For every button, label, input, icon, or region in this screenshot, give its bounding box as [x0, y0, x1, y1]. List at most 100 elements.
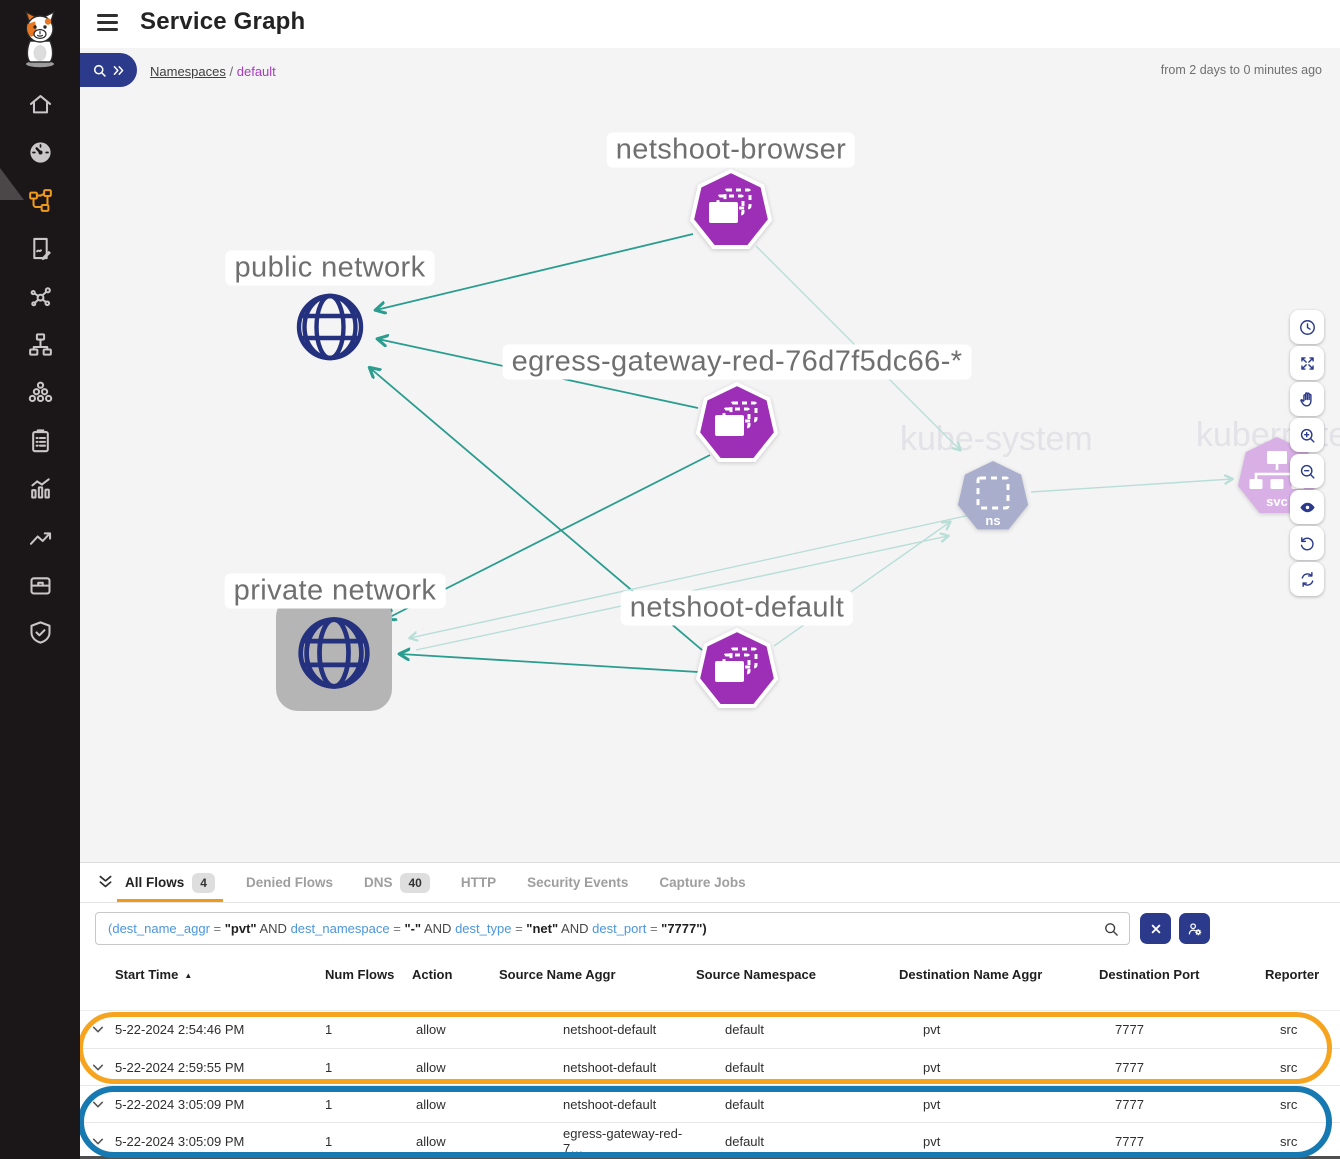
- cell-num-flows: 1: [325, 1060, 412, 1075]
- expand-row-icon[interactable]: [80, 1025, 115, 1034]
- column-header-source-namespace[interactable]: Source Namespace: [696, 967, 899, 1010]
- column-header-start-time[interactable]: Start Time▲: [115, 967, 325, 1010]
- flows-table-body: 5-22-2024 2:54:46 PM1allownetshoot-defau…: [80, 1011, 1340, 1159]
- node-public-network[interactable]: [290, 287, 370, 367]
- breadcrumb-namespaces-link[interactable]: Namespaces: [150, 64, 226, 79]
- dashboard-icon: [27, 139, 54, 166]
- node-netshoot-default[interactable]: [694, 627, 780, 713]
- fit-screen-button[interactable]: [1290, 346, 1324, 380]
- sidebar-item-analytics[interactable]: [0, 464, 80, 512]
- tab-security-events[interactable]: Security Events: [527, 863, 628, 902]
- manage-icon: [27, 571, 54, 598]
- edge-netshoot-default-to-private-network[interactable]: [400, 654, 698, 672]
- time-button[interactable]: [1290, 310, 1324, 344]
- sidebar-item-home[interactable]: [0, 80, 80, 128]
- filter-query: (dest_name_aggr = "pvt" AND dest_namespa…: [108, 921, 707, 936]
- pan-button[interactable]: [1290, 382, 1324, 416]
- node-label-private-network[interactable]: private network: [225, 574, 446, 609]
- expand-row-icon[interactable]: [80, 1063, 115, 1072]
- tab-capture-jobs[interactable]: Capture Jobs: [659, 863, 745, 902]
- cell-action: allow: [412, 1134, 499, 1149]
- service-graph-canvas[interactable]: kube-systemkubernetes netshoot-browserpu…: [80, 48, 1340, 862]
- network-icon: [27, 331, 54, 358]
- sidebar-item-network[interactable]: [0, 320, 80, 368]
- filter-token: =: [393, 921, 401, 936]
- search-pill[interactable]: [80, 53, 137, 87]
- sidebar-item-security[interactable]: [0, 608, 80, 656]
- sidebar-item-service-graph[interactable]: [0, 176, 80, 224]
- close-icon: [1147, 920, 1165, 938]
- sidebar-item-dashboard[interactable]: [0, 128, 80, 176]
- node-kube-system-ns[interactable]: ns: [955, 459, 1031, 535]
- column-header-action[interactable]: Action: [412, 967, 499, 1010]
- sidebar-item-compliance[interactable]: [0, 416, 80, 464]
- column-header-num-flows[interactable]: Num Flows: [325, 967, 412, 1010]
- tab-label: All Flows: [125, 875, 184, 890]
- user-settings-button[interactable]: [1179, 913, 1210, 944]
- node-label-egress-gateway[interactable]: egress-gateway-red-76d7f5dc66-*: [503, 345, 972, 380]
- filter-input[interactable]: (dest_name_aggr = "pvt" AND dest_namespa…: [95, 912, 1130, 945]
- cell-source-namespace: default: [696, 1134, 899, 1149]
- column-header-destination-port[interactable]: Destination Port: [1099, 967, 1265, 1010]
- security-icon: [27, 619, 54, 646]
- policies-icon: [27, 235, 54, 262]
- flow-row-1[interactable]: 5-22-2024 2:54:46 PM1allownetshoot-defau…: [80, 1011, 1340, 1048]
- cell-destination-name-aggr: pvt: [899, 1134, 1099, 1149]
- cell-destination-name-aggr: pvt: [899, 1022, 1099, 1037]
- calico-cat-logo[interactable]: [18, 10, 62, 68]
- graph-toolbar: [1290, 310, 1324, 598]
- sidebar-item-policies[interactable]: [0, 224, 80, 272]
- zoom-out-button[interactable]: [1290, 454, 1324, 488]
- cell-destination-port: 7777: [1099, 1022, 1265, 1037]
- collapse-panel-icon[interactable]: [96, 873, 115, 897]
- column-header-reporter[interactable]: Reporter: [1265, 967, 1340, 1010]
- home-icon: [27, 91, 54, 118]
- svg-text:svc: svc: [1266, 494, 1288, 509]
- edge-kube-system-ns-to-kubernetes-svc[interactable]: [1031, 479, 1232, 492]
- visibility-button[interactable]: [1290, 490, 1324, 524]
- breadcrumb-current: default: [237, 64, 276, 79]
- filter-search-icon[interactable]: [1102, 920, 1120, 943]
- flow-row-3[interactable]: 5-22-2024 3:05:09 PM1allownetshoot-defau…: [80, 1085, 1340, 1122]
- node-private-network[interactable]: [276, 595, 392, 711]
- filter-token: dest_namespace: [291, 921, 390, 936]
- node-label-netshoot-default[interactable]: netshoot-default: [621, 591, 853, 626]
- node-label-netshoot-browser[interactable]: netshoot-browser: [607, 133, 855, 168]
- flows-panel: All Flows 4 Denied Flows DNS40 HTTP Security …: [80, 862, 1340, 1159]
- column-header-source-name-aggr[interactable]: Source Name Aggr: [499, 967, 696, 1010]
- sidebar-item-trends[interactable]: [0, 512, 80, 560]
- tab-dns[interactable]: DNS40: [364, 863, 430, 902]
- tab-count-badge: 4: [192, 873, 215, 893]
- cell-action: allow: [412, 1097, 499, 1112]
- flow-row-4[interactable]: 5-22-2024 3:05:09 PM1allowegress-gateway…: [80, 1122, 1340, 1159]
- zoom-in-button[interactable]: [1290, 418, 1324, 452]
- expand-row-icon[interactable]: [80, 1100, 115, 1109]
- cell-start-time: 5-22-2024 3:05:09 PM: [115, 1097, 325, 1112]
- node-netshoot-browser[interactable]: [688, 168, 774, 254]
- column-header-destination-name-aggr[interactable]: Destination Name Aggr: [899, 967, 1099, 1010]
- flow-row-2[interactable]: 5-22-2024 2:59:55 PM1allownetshoot-defau…: [80, 1048, 1340, 1085]
- expand-row-icon[interactable]: [80, 1137, 115, 1146]
- menu-icon[interactable]: [97, 14, 118, 33]
- tab-label: Security Events: [527, 875, 628, 890]
- cell-start-time: 5-22-2024 2:59:55 PM: [115, 1060, 325, 1075]
- tab-label: Capture Jobs: [659, 875, 745, 890]
- undo-button[interactable]: [1290, 526, 1324, 560]
- filter-token: dest_name_aggr: [112, 921, 210, 936]
- sidebar-item-endpoints[interactable]: [0, 272, 80, 320]
- node-label-public-network[interactable]: public network: [226, 251, 435, 286]
- filter-token: "-": [404, 921, 421, 936]
- fit-screen-icon: [1298, 354, 1317, 373]
- tab-denied-flows[interactable]: Denied Flows: [246, 863, 333, 902]
- refresh-button[interactable]: [1290, 562, 1324, 596]
- tab-http[interactable]: HTTP: [461, 863, 496, 902]
- cell-reporter: src: [1265, 1060, 1340, 1075]
- clear-filter-button[interactable]: [1140, 913, 1171, 944]
- search-icon: [91, 62, 108, 79]
- tab-all-flows[interactable]: All Flows 4: [125, 863, 215, 902]
- node-egress-gateway[interactable]: [694, 381, 780, 467]
- page-title: Service Graph: [140, 8, 305, 36]
- cell-source-name-aggr: egress-gateway-red-7…: [499, 1126, 696, 1156]
- sidebar-item-clusters[interactable]: [0, 368, 80, 416]
- sidebar-item-manage[interactable]: [0, 560, 80, 608]
